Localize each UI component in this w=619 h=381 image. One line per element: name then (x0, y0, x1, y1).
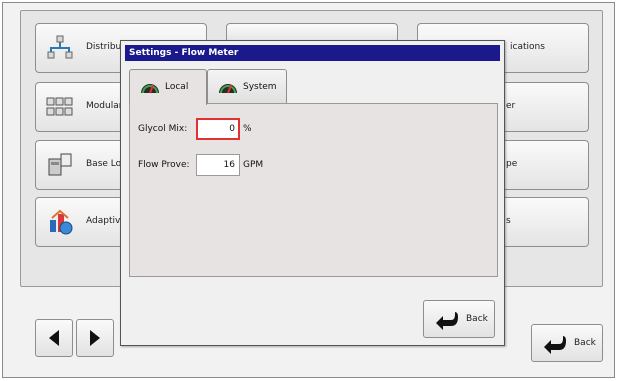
tab-system[interactable]: System (207, 69, 287, 103)
flow-prove-unit: GPM (243, 160, 264, 170)
tab-label: Local (165, 82, 189, 92)
flow-prove-input[interactable]: 16 (196, 154, 240, 176)
arrow-right-icon (90, 330, 100, 346)
adaptive-icon (50, 209, 73, 235)
menu-button-label: s (506, 216, 511, 226)
local-settings-panel: Glycol Mix: 0 % Flow Prove: 16 GPM (129, 103, 498, 277)
menu-button-label: er (506, 101, 516, 111)
gauge-icon (219, 84, 237, 94)
glycol-mix-input[interactable]: 0 (196, 118, 240, 140)
back-arrow-icon (436, 312, 458, 330)
back-button-label: Back (466, 314, 488, 324)
base-load-icon (48, 153, 72, 176)
menu-button-label: Distribut (86, 42, 125, 52)
previous-page-button[interactable] (35, 319, 73, 357)
next-page-button[interactable] (76, 319, 114, 357)
back-button[interactable]: Back (531, 324, 603, 362)
arrow-left-icon (49, 330, 59, 346)
back-arrow-icon (544, 336, 566, 354)
dialog-title: Settings - Flow Meter (125, 45, 500, 61)
distribution-icon (47, 35, 73, 59)
glycol-mix-unit: % (243, 124, 252, 134)
menu-button-label: ications (510, 42, 545, 52)
tab-label: System (243, 82, 277, 92)
glycol-mix-label: Glycol Mix: (138, 124, 188, 134)
settings-dialog: Settings - Flow Meter Local System Glyco… (120, 40, 505, 346)
menu-button-label: Modular (86, 101, 123, 111)
back-button-label: Back (574, 338, 596, 348)
menu-button-label: pe (506, 159, 518, 169)
tab-local[interactable]: Local (129, 69, 207, 105)
gauge-icon (141, 84, 159, 94)
dialog-back-button[interactable]: Back (423, 300, 495, 338)
modular-icon (46, 97, 73, 116)
flow-prove-label: Flow Prove: (138, 160, 190, 170)
